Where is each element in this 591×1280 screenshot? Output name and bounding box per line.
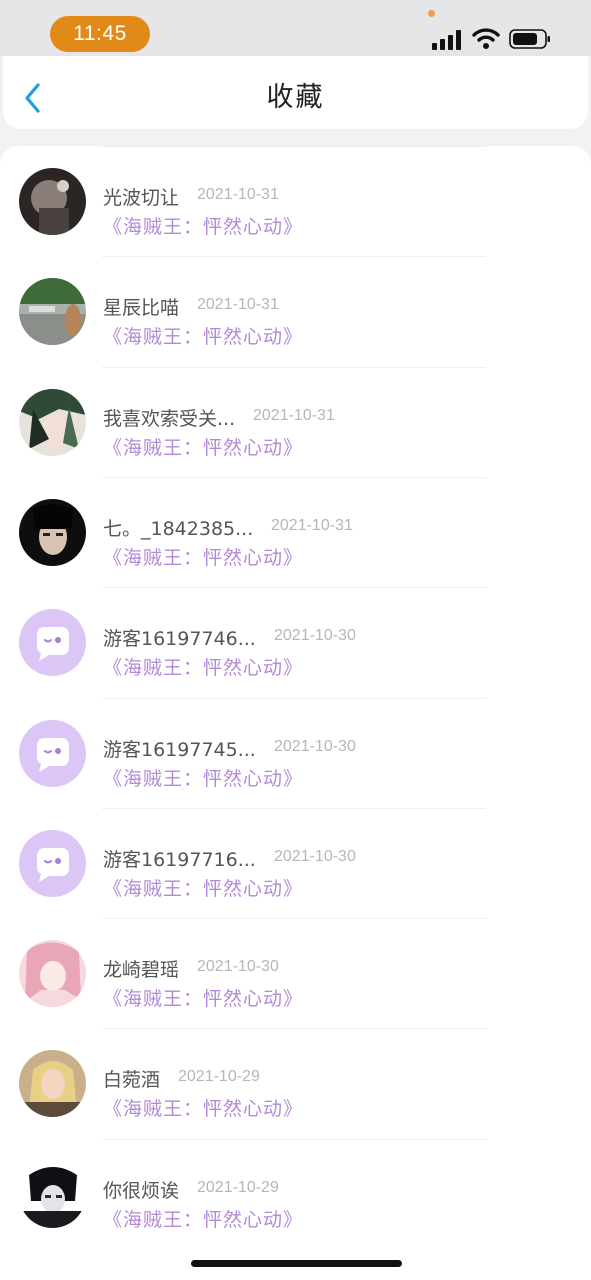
favorite-date: 2021-10-30 — [274, 627, 356, 645]
book-title-link[interactable]: 《海贼王：怦然心动》 — [103, 984, 303, 1011]
status-time: 11:45 — [50, 16, 150, 52]
favorite-date: 2021-10-31 — [197, 186, 279, 203]
book-title-link[interactable]: 《海贼王：怦然心动》 — [103, 1205, 303, 1232]
book-title-link[interactable]: 《海贼王：怦然心动》 — [103, 322, 303, 349]
user-name: 游客16197746... — [103, 628, 256, 651]
user-avatar[interactable] — [19, 278, 86, 346]
favorite-list-item[interactable]: 星辰比喵 2021-10-31 《海贼王：怦然心动》 — [0, 256, 591, 366]
page-title: 收藏 — [266, 82, 325, 113]
favorite-list-item[interactable]: 你很烦诶 2021-10-29 《海贼王：怦然心动》 — [0, 1138, 591, 1249]
book-title-link[interactable]: 《海贼王：怦然心动》 — [103, 543, 303, 570]
user-name: 星辰比喵 — [103, 297, 180, 320]
favorite-date: 2021-10-30 — [274, 737, 356, 755]
favorite-date: 2021-10-29 — [197, 1178, 279, 1196]
favorite-list-item[interactable]: 七。_1842385... 2021-10-31 《海贼王：怦然心动》 — [0, 476, 591, 587]
favorite-list-item[interactable]: 游客16197716... 2021-10-30 《海贼王：怦然心动》 — [0, 807, 591, 918]
book-title-link[interactable]: 《海贼王：怦然心动》 — [103, 764, 303, 791]
user-name: 白菀酒 — [103, 1069, 161, 1092]
user-avatar[interactable] — [19, 719, 86, 787]
row-divider — [102, 476, 486, 478]
favorite-date: 2021-10-29 — [178, 1068, 260, 1086]
row-divider — [102, 146, 486, 147]
favorite-date: 2021-10-31 — [197, 296, 279, 314]
home-indicator — [191, 1260, 402, 1267]
navigation-bar: 收藏 — [3, 56, 588, 129]
user-name: 我喜欢索受关... — [103, 407, 236, 430]
favorite-list-item[interactable]: 我喜欢索受关... 2021-10-31 《海贼王：怦然心动》 — [0, 366, 591, 477]
book-title-link[interactable]: 《海贼王：怦然心动》 — [103, 874, 303, 901]
row-divider — [102, 697, 486, 699]
book-title-link[interactable]: 《海贼王：怦然心动》 — [103, 653, 303, 680]
book-title-link[interactable]: 《海贼王：怦然心动》 — [103, 212, 303, 239]
user-avatar[interactable] — [19, 609, 86, 677]
user-avatar[interactable] — [19, 1160, 86, 1228]
user-name: 七。_1842385... — [103, 517, 254, 540]
favorite-date: 2021-10-31 — [271, 516, 353, 534]
user-name: 游客16197716... — [103, 848, 256, 871]
user-name: 光波切让 — [103, 187, 180, 209]
row-divider — [102, 918, 486, 920]
favorite-date: 2021-10-30 — [274, 847, 356, 865]
user-name: 你很烦诶 — [103, 1179, 180, 1202]
favorite-date: 2021-10-30 — [197, 958, 279, 976]
favorite-date: 2021-10-31 — [253, 406, 335, 424]
favorite-list-item[interactable]: 游客16197745... 2021-10-30 《海贼王：怦然心动》 — [0, 697, 591, 808]
favorites-list: 光波切让 2021-10-31 《海贼王：怦然心动》 星辰比喵 2021-10-31 《海… — [0, 146, 591, 1280]
book-title-link[interactable]: 《海贼王：怦然心动》 — [103, 1094, 303, 1121]
user-avatar[interactable] — [19, 829, 86, 897]
user-avatar[interactable] — [19, 940, 86, 1008]
user-avatar[interactable] — [19, 1050, 86, 1118]
user-avatar[interactable] — [19, 498, 86, 566]
row-divider — [102, 587, 486, 589]
user-name: 游客16197745... — [103, 738, 256, 761]
back-chevron-icon[interactable] — [23, 82, 43, 114]
status-bar: 11:45 — [0, 0, 591, 56]
row-divider — [102, 366, 486, 368]
user-avatar[interactable] — [19, 388, 86, 456]
favorite-list-item[interactable]: 龙崎碧瑶 2021-10-30 《海贼王：怦然心动》 — [0, 918, 591, 1028]
book-title-link[interactable]: 《海贼王：怦然心动》 — [103, 433, 303, 460]
row-divider — [102, 807, 486, 809]
row-divider — [102, 1138, 486, 1140]
user-name: 龙崎碧瑶 — [103, 959, 180, 982]
wifi-icon — [472, 28, 500, 49]
cellular-signal-icon — [432, 28, 464, 50]
row-divider — [102, 256, 486, 258]
row-divider — [102, 1028, 486, 1030]
battery-icon — [509, 29, 550, 49]
favorite-list-item[interactable]: 光波切让 2021-10-31 《海贼王：怦然心动》 — [0, 146, 591, 256]
privacy-indicator-dot — [428, 10, 435, 17]
user-avatar[interactable] — [19, 168, 86, 235]
favorite-list-item[interactable]: 白菀酒 2021-10-29 《海贼王：怦然心动》 — [0, 1028, 591, 1138]
favorite-list-item[interactable]: 游客16197746... 2021-10-30 《海贼王：怦然心动》 — [0, 587, 591, 697]
